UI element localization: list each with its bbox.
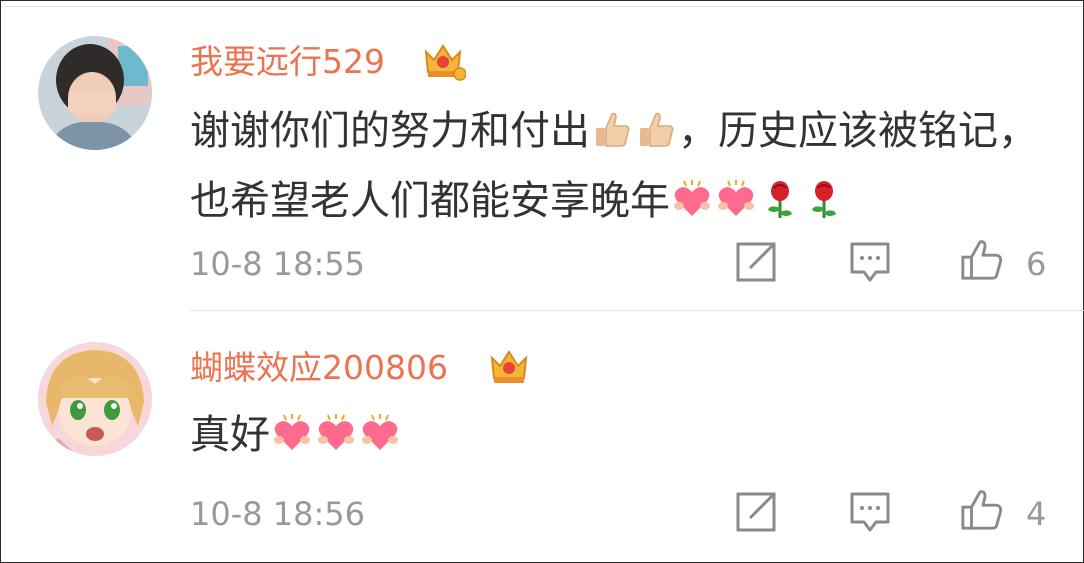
username-link[interactable]: 蝴蝶效应200806	[190, 346, 448, 390]
crown-vip-badge-icon	[490, 350, 528, 383]
heart-hug-emoji-icon	[672, 172, 712, 216]
heart-hug-emoji-icon	[716, 172, 756, 216]
timestamp: 10-8 18:55	[190, 245, 366, 283]
top-divider	[2, 6, 1082, 7]
window-frame	[0, 0, 1084, 563]
like-count: 4	[1026, 495, 1047, 533]
avatar-photo-icon	[38, 36, 152, 150]
avatar[interactable]	[38, 36, 152, 150]
comment-reply-icon[interactable]	[848, 240, 892, 284]
thumbs-up-emoji-icon	[636, 102, 676, 147]
repost-icon[interactable]	[734, 490, 778, 534]
comment-text-part1: 真好	[190, 412, 270, 458]
repost-icon[interactable]	[734, 240, 778, 284]
heart-hug-emoji-icon	[316, 406, 356, 450]
comment-text: 谢谢你们的努力和付出 ，历史应该被铭记，也希望老人们都能安享晚年	[190, 96, 1060, 236]
like-thumb-icon[interactable]	[960, 488, 1004, 532]
username-link[interactable]: 我要远行529	[190, 40, 385, 84]
crown-vip-badge-icon	[424, 44, 466, 81]
like-thumb-icon[interactable]	[960, 238, 1004, 282]
comment-divider	[190, 310, 1084, 311]
avatar-anime-icon	[38, 342, 152, 456]
timestamp: 10-8 18:56	[190, 495, 366, 533]
avatar[interactable]	[38, 342, 152, 456]
thumbs-up-emoji-icon	[592, 102, 632, 147]
comment-reply-icon[interactable]	[848, 490, 892, 534]
heart-hug-emoji-icon	[360, 406, 400, 450]
like-count: 6	[1026, 245, 1047, 283]
comment-text-part1: 谢谢你们的努力和付出	[190, 108, 590, 154]
comment-text: 真好	[190, 400, 1060, 470]
rose-emoji-icon	[804, 172, 844, 218]
rose-emoji-icon	[760, 172, 800, 218]
heart-hug-emoji-icon	[272, 406, 312, 450]
